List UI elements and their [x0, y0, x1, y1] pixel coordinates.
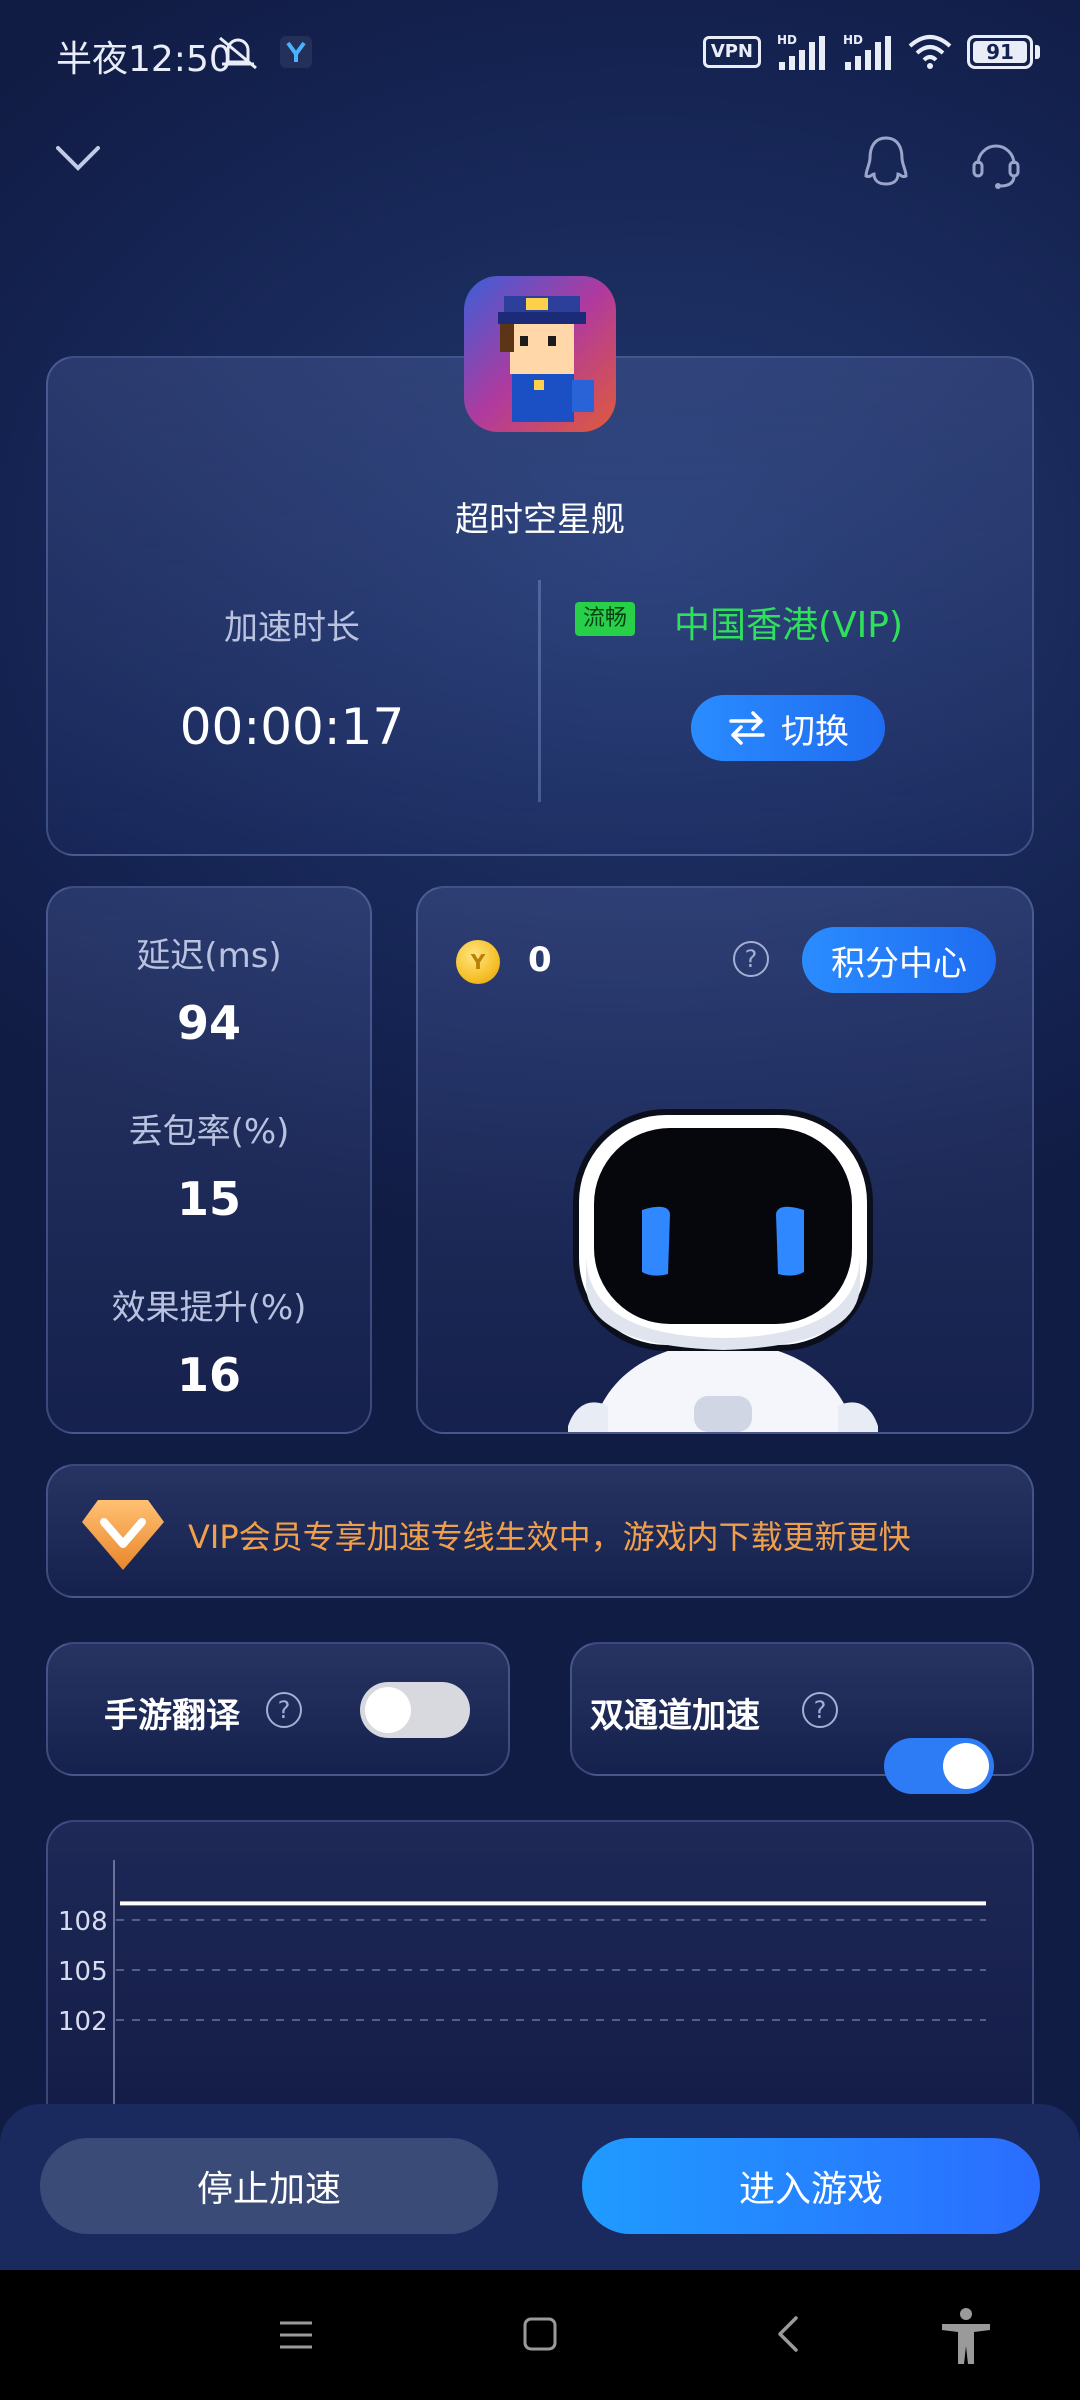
- translate-label: 手游翻译: [104, 1696, 240, 1736]
- robot-mascot-image: [568, 1109, 878, 1432]
- duration-value: 00:00:17: [179, 698, 405, 756]
- translate-toggle[interactable]: [360, 1682, 470, 1738]
- game-icon[interactable]: [464, 276, 616, 432]
- packet-loss-value: 15: [176, 1172, 241, 1226]
- region-label: 中国香港(VIP): [674, 605, 904, 646]
- points-center-button[interactable]: 积分中心: [802, 927, 996, 993]
- chart-y-tick-label: 105: [58, 1957, 108, 1987]
- accessibility-icon[interactable]: [938, 2306, 994, 2366]
- card-divider: [538, 580, 541, 802]
- points-count: 0: [528, 940, 552, 980]
- signal-hd-label-2: HD: [843, 33, 863, 47]
- menu-icon[interactable]: [278, 2318, 314, 2352]
- status-time: 半夜12:50: [56, 39, 232, 80]
- packet-loss-label: 丢包率(%): [128, 1112, 290, 1152]
- battery-level: 91: [986, 40, 1014, 64]
- penguin-icon[interactable]: [862, 134, 910, 190]
- latency-chart: 108 105 102: [58, 1860, 986, 2110]
- dual-channel-help-icon[interactable]: ?: [802, 1692, 838, 1728]
- line-quality-badge: 流畅: [575, 602, 636, 636]
- latency-label: 延迟(ms): [136, 936, 282, 976]
- points-help-icon[interactable]: ?: [733, 941, 769, 977]
- boost-label: 效果提升(%): [111, 1288, 307, 1328]
- chart-y-tick-label: 108: [58, 1907, 108, 1937]
- status-bar-right: VPN HD HD 91: [702, 30, 1040, 74]
- signal-hd-label: HD: [777, 33, 797, 47]
- coin-icon: Y: [456, 940, 500, 984]
- app-notification-icon: [280, 36, 312, 68]
- chart-y-tick-label: 102: [58, 2007, 108, 2037]
- stop-acceleration-button[interactable]: 停止加速: [40, 2138, 498, 2234]
- signal-icon: HD: [777, 33, 825, 70]
- game-name: 超时空星舰: [455, 500, 625, 540]
- switch-node-label: 切换: [781, 711, 849, 752]
- switch-node-button[interactable]: 切换: [691, 695, 885, 761]
- latency-value: 94: [176, 996, 241, 1050]
- headset-icon[interactable]: [968, 134, 1024, 190]
- home-icon[interactable]: [522, 2316, 558, 2352]
- boost-value: 16: [176, 1348, 241, 1402]
- translate-help-icon[interactable]: ?: [266, 1692, 302, 1728]
- vip-diamond-icon: [82, 1500, 164, 1570]
- dual-channel-toggle[interactable]: [884, 1738, 994, 1794]
- signal-icon-2: HD: [843, 33, 891, 70]
- switch-arrows-icon: [729, 711, 765, 745]
- chevron-down-icon[interactable]: [54, 142, 102, 174]
- wifi-icon: [908, 35, 952, 69]
- dual-channel-label: 双通道加速: [590, 1696, 760, 1736]
- duration-label: 加速时长: [224, 608, 360, 648]
- back-icon[interactable]: [774, 2314, 802, 2354]
- enter-game-button[interactable]: 进入游戏: [582, 2138, 1040, 2234]
- vip-banner-text: VIP会员专享加速专线生效中，游戏内下载更新更快: [188, 1518, 911, 1556]
- battery-icon: 91: [967, 35, 1033, 69]
- vpn-badge: VPN: [702, 36, 761, 68]
- mute-notification-icon: [219, 36, 257, 70]
